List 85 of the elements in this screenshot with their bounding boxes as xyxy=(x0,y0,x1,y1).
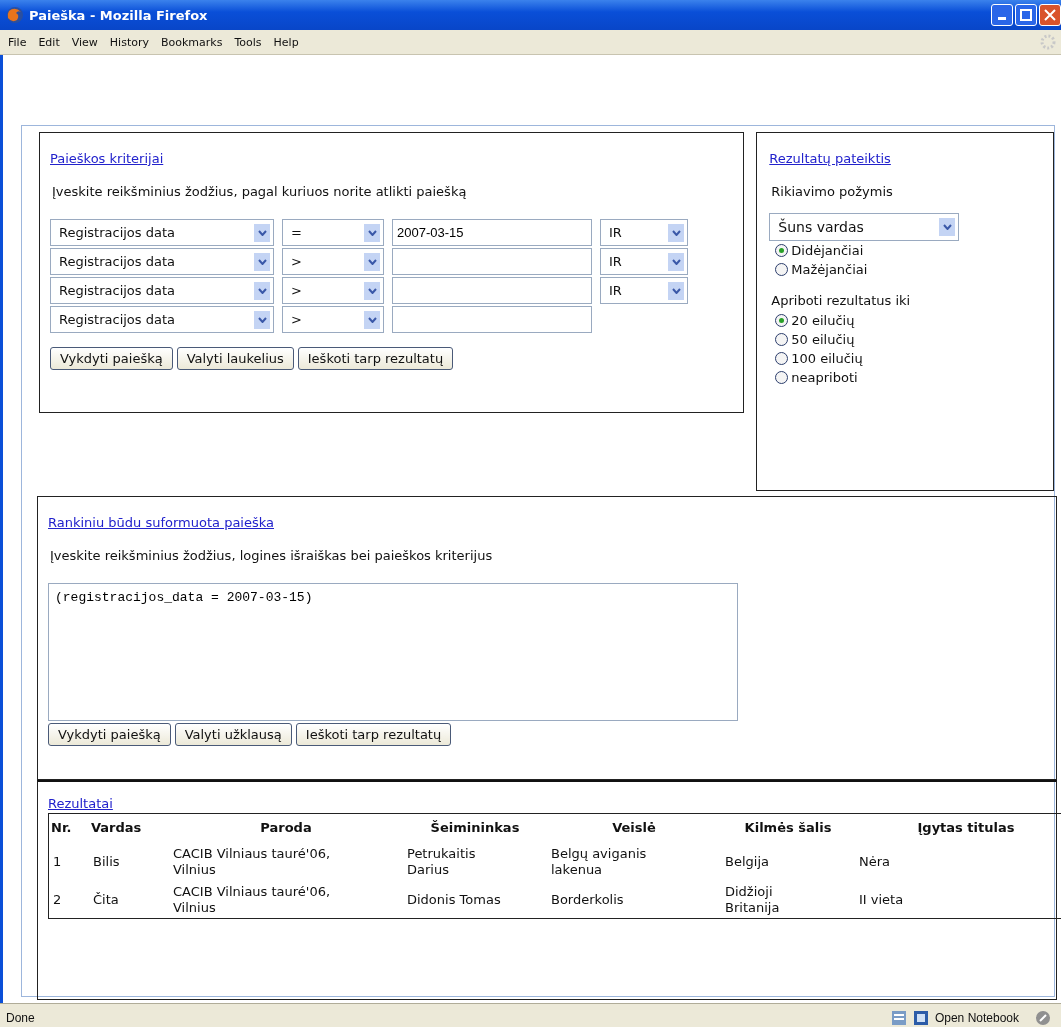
table-cell: II vieta xyxy=(855,880,1061,919)
menu-item[interactable]: Help xyxy=(269,35,307,49)
field-select[interactable]: Registracijos data xyxy=(50,306,274,333)
radio-option[interactable]: neapriboti xyxy=(769,368,1043,387)
radio-option[interactable]: Mažėjančiai xyxy=(769,260,1043,279)
operator-select[interactable]: > xyxy=(282,306,384,333)
menu-item[interactable]: History xyxy=(105,35,157,49)
value-input[interactable] xyxy=(392,277,592,304)
column-header: Veislė xyxy=(547,813,721,842)
operator-select[interactable]: = xyxy=(282,219,384,246)
sort-select[interactable]: Šuns vardas xyxy=(769,213,960,241)
field-select[interactable]: Registracijos data xyxy=(50,277,274,304)
status-text: Done xyxy=(6,1010,35,1025)
table-cell-text: CACIB Vilniaus tauré'06, Vilnius xyxy=(172,845,332,879)
section-link[interactable]: Rankiniu būdu suformuota paieška xyxy=(48,515,274,530)
sort-label: Rikiavimo požymis xyxy=(771,184,894,199)
table-cell-text: Nėra xyxy=(858,853,892,871)
value-input[interactable]: 2007-03-15 xyxy=(392,219,592,246)
radio-option[interactable]: 50 eilučių xyxy=(769,330,1043,349)
operator-select[interactable]: > xyxy=(282,277,384,304)
browser-logo-icon xyxy=(6,6,24,24)
radio-option[interactable]: 20 eilučių xyxy=(769,311,1043,330)
radio-option[interactable]: 100 eilučių xyxy=(769,349,1043,368)
menu-item[interactable]: Tools xyxy=(230,35,270,49)
section-link[interactable]: Rezultatai xyxy=(48,796,113,811)
field-select[interactable]: Registracijos data xyxy=(50,219,274,246)
column-header: Įgytas titulas xyxy=(855,813,1061,842)
instruction-text: Įveskite reikšminius žodžius, logines išraiškas bei paieškos kriterijus xyxy=(50,548,494,563)
window-title: Paieška - Mozilla Firefox xyxy=(29,7,208,23)
table-cell: 1 xyxy=(48,842,89,880)
form-button[interactable]: Ieškoti tarp rezultatų xyxy=(297,347,454,370)
table-cell-text: Bilis xyxy=(92,853,121,871)
table-cell: Didonis Tomas xyxy=(403,880,547,919)
radio-button[interactable] xyxy=(775,333,789,346)
menu-item[interactable]: Edit xyxy=(34,35,68,49)
table-cell: CACIB Vilniaus tauré'06, Vilnius xyxy=(169,880,403,919)
menu-item[interactable]: Bookmarks xyxy=(157,35,231,49)
minimize-icon xyxy=(998,16,1006,20)
radio-button[interactable] xyxy=(775,371,789,384)
notebook-icon xyxy=(912,1009,929,1026)
form-button[interactable]: Ieškoti tarp rezultatų xyxy=(295,723,452,746)
connector-select[interactable]: IR xyxy=(600,248,688,275)
instruction-text: Įveskite reikšminius žodžius, pagal kuriuos norite atlikti paiešką xyxy=(52,184,468,199)
column-header: Kilmės šalis xyxy=(721,813,855,842)
form-button[interactable]: Valyti užklausą xyxy=(174,723,292,746)
connector-select[interactable]: IR xyxy=(600,219,688,246)
column-header: Vardas xyxy=(89,813,169,842)
column-header: Paroda xyxy=(169,813,403,842)
table-cell-text: Petrukaitis Darius xyxy=(406,845,477,879)
close-button[interactable] xyxy=(1039,4,1061,26)
form-button[interactable]: Valyti laukelius xyxy=(176,347,294,370)
radio-option[interactable]: Didėjančiai xyxy=(769,241,1043,260)
maximize-icon xyxy=(1020,9,1032,21)
field-select[interactable]: Registracijos data xyxy=(50,248,274,275)
form-button[interactable]: Vykdyti paiešką xyxy=(50,347,173,370)
close-icon xyxy=(1044,9,1056,21)
menu-item[interactable]: View xyxy=(67,35,106,49)
radio-button[interactable] xyxy=(775,244,789,257)
value-input[interactable] xyxy=(392,306,592,333)
connector-select[interactable]: IR xyxy=(600,277,688,304)
form-button[interactable]: Vykdyti paiešką xyxy=(48,723,171,746)
radio-button[interactable] xyxy=(775,352,789,365)
section-link[interactable]: Paieškos kriterijai xyxy=(50,151,164,166)
section-link[interactable]: Rezultatų pateiktis xyxy=(769,151,891,166)
maximize-button[interactable] xyxy=(1015,4,1037,26)
page-icon xyxy=(890,1009,907,1026)
table-cell: Čita xyxy=(89,880,169,919)
value-input[interactable] xyxy=(392,248,592,275)
table-cell: Borderkolis xyxy=(547,880,721,919)
radio-button[interactable] xyxy=(775,263,789,276)
limit-label: Apriboti rezultatus iki xyxy=(771,293,912,308)
table-cell-text: Belgų aviganis lakenua xyxy=(550,845,648,879)
throbber-icon xyxy=(1039,33,1057,51)
menu-item[interactable]: File xyxy=(4,35,35,49)
query-textarea[interactable]: (registracijos_data = 2007-03-15) xyxy=(48,583,738,721)
column-header: Nr. xyxy=(48,813,89,842)
operator-select[interactable]: > xyxy=(282,248,384,275)
circle-icon xyxy=(1035,1009,1051,1026)
radio-button[interactable] xyxy=(775,314,789,327)
minimize-button[interactable] xyxy=(991,4,1013,26)
notebook-link[interactable]: Open Notebook xyxy=(934,1010,1019,1025)
table-cell: Didžioji Britanija xyxy=(721,880,855,919)
column-header: Šeimininkas xyxy=(403,813,547,842)
table-cell: 2 xyxy=(48,880,89,919)
table-cell-text: Belgija xyxy=(724,853,770,871)
